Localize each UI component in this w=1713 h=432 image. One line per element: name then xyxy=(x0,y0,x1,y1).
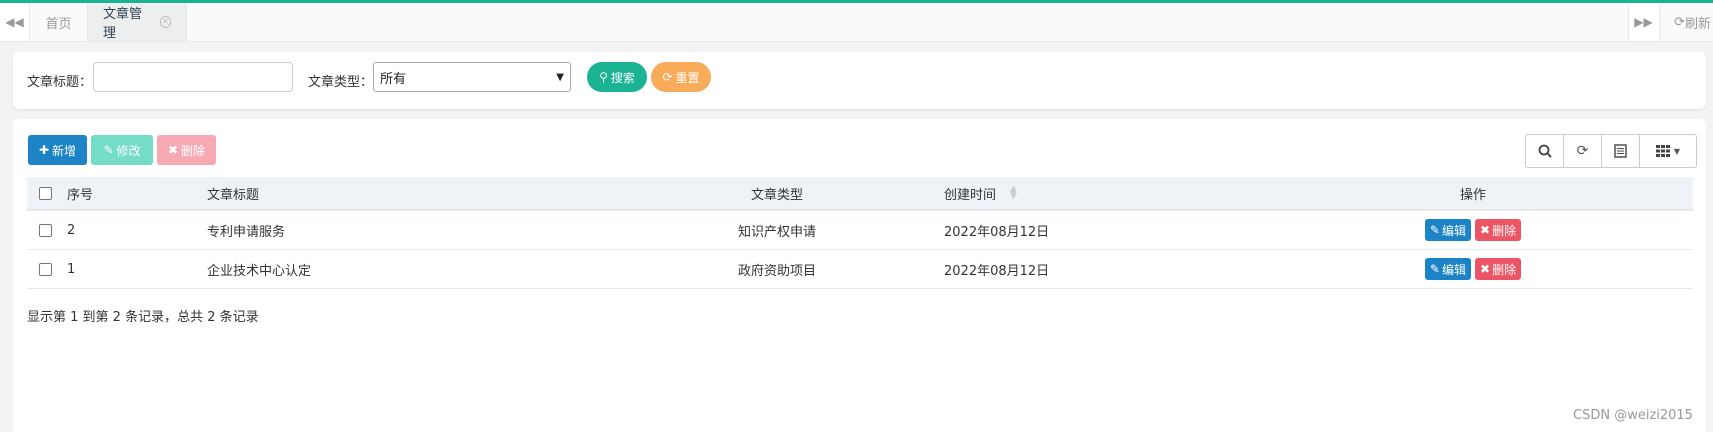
tab-article-management[interactable]: 文章管理 ✕ xyxy=(88,3,187,41)
table-header: 序号 文章标题 文章类型 创建时间 ▲ ▼ 操作 xyxy=(27,177,1693,211)
article-table: 序号 文章标题 文章类型 创建时间 ▲ ▼ 操作 2 专利申请服务 知识产权申请 … xyxy=(27,177,1693,289)
refresh-icon: ⟳ xyxy=(1674,14,1685,30)
row-type: 知识产权申请 xyxy=(737,224,816,240)
edit-icon: ✎ xyxy=(103,143,114,157)
row-ops: ✎ 编辑 ✖ 删除 xyxy=(1327,211,1619,249)
edit-icon: ✎ xyxy=(1429,223,1440,237)
refresh-icon: ⟳ xyxy=(1576,143,1589,159)
tab-home[interactable]: 首页 xyxy=(30,3,88,41)
table-row: 2 专利申请服务 知识产权申请 2022年08月12日 ✎ 编辑 ✖ 删除 xyxy=(27,211,1693,250)
row-title: 专利申请服务 xyxy=(207,224,286,240)
add-button[interactable]: ✚ 新增 xyxy=(28,135,87,165)
sort-icon: ▲ ▼ xyxy=(1010,184,1017,201)
type-select-value: 所有 xyxy=(380,71,407,87)
search-button[interactable]: ⚲ 搜索 xyxy=(587,62,647,92)
tab-home-label: 首页 xyxy=(45,16,72,32)
list-icon xyxy=(1614,144,1627,158)
tab-refresh-label: 刷新 xyxy=(1684,16,1711,32)
delete-button[interactable]: ✖ 删除 xyxy=(157,135,216,165)
row-check-cell xyxy=(39,211,52,249)
add-button-label: 新增 xyxy=(52,143,77,158)
watermark-text: CSDN @weizi2015 xyxy=(1573,408,1693,423)
table-search-button[interactable] xyxy=(1525,134,1564,168)
row-edit-button[interactable]: ✎ 编辑 xyxy=(1424,258,1471,280)
row-checkbox[interactable] xyxy=(39,262,52,276)
plus-icon: ✚ xyxy=(38,143,50,157)
select-all-cell xyxy=(39,177,52,209)
row-delete-button[interactable]: ✖ 删除 xyxy=(1475,258,1522,280)
tab-refresh-button[interactable]: ⟳ 刷新 xyxy=(1660,3,1713,41)
search-icon: ⚲ xyxy=(599,70,608,84)
row-delete-label: 删除 xyxy=(1492,223,1517,238)
row-checkbox[interactable] xyxy=(39,223,52,237)
select-all-checkbox[interactable] xyxy=(39,186,52,200)
grid-icon xyxy=(1655,145,1670,157)
header-ops: 操作 xyxy=(1459,187,1486,203)
row-delete-label: 删除 xyxy=(1492,262,1517,277)
row-title: 企业技术中心认定 xyxy=(207,263,312,279)
row-edit-label: 编辑 xyxy=(1441,223,1466,238)
tab-scroll-right-button[interactable]: ▶▶ xyxy=(1628,3,1658,41)
table-toggle-view-button[interactable] xyxy=(1601,134,1640,168)
double-chevron-left-icon: ◀◀ xyxy=(5,15,24,29)
type-select[interactable]: 所有 ▼ xyxy=(373,62,571,92)
delete-button-label: 删除 xyxy=(181,143,206,158)
type-field-label: 文章类型： xyxy=(308,75,374,90)
caret-down-icon: ▼ xyxy=(1673,146,1681,156)
close-icon: ✖ xyxy=(1480,223,1491,237)
main-panel: ✚ 新增 ✎ 修改 ✖ 删除 ⟳ ▼ 序号 文章标题 文章类型 创建时间 ▲ ▼… xyxy=(13,119,1706,432)
reset-button[interactable]: ⟳ 重置 xyxy=(651,62,711,92)
reset-button-label: 重置 xyxy=(675,70,700,85)
table-row: 1 企业技术中心认定 政府资助项目 2022年08月12日 ✎ 编辑 ✖ 删除 xyxy=(27,250,1693,289)
tab-active-label: 文章管理 xyxy=(103,7,143,41)
edit-icon: ✎ xyxy=(1429,262,1440,276)
header-time-label: 创建时间 xyxy=(944,187,997,203)
tab-bar: ◀◀ 首页 文章管理 ✕ ▶▶ ⟳ 刷新 xyxy=(0,3,1713,42)
header-time[interactable]: 创建时间 ▲ ▼ xyxy=(944,177,1017,209)
row-seq: 1 xyxy=(67,261,76,277)
close-icon: ✖ xyxy=(167,143,179,157)
row-seq: 2 xyxy=(67,222,76,238)
row-check-cell xyxy=(39,250,52,288)
table-refresh-button[interactable]: ⟳ xyxy=(1563,134,1602,168)
row-type: 政府资助项目 xyxy=(737,263,816,279)
title-search-input[interactable] xyxy=(93,62,293,92)
row-time: 2022年08月12日 xyxy=(944,263,1050,279)
row-edit-button[interactable]: ✎ 编辑 xyxy=(1424,219,1471,241)
chevron-down-icon: ▼ xyxy=(556,71,564,83)
row-time: 2022年08月12日 xyxy=(944,224,1050,240)
search-panel: 文章标题： 文章类型： 所有 ▼ ⚲ 搜索 ⟳ 重置 xyxy=(13,52,1706,109)
refresh-icon: ⟳ xyxy=(662,70,673,84)
search-icon xyxy=(1538,144,1552,158)
table-toolbar: ⟳ ▼ xyxy=(1525,134,1697,168)
title-field-label: 文章标题： xyxy=(27,75,93,90)
header-seq: 序号 xyxy=(67,187,94,203)
double-chevron-right-icon: ▶▶ xyxy=(1634,15,1653,29)
close-icon: ✖ xyxy=(1480,262,1491,276)
close-icon[interactable]: ✕ xyxy=(159,16,171,28)
row-ops: ✎ 编辑 ✖ 删除 xyxy=(1327,250,1619,288)
edit-button[interactable]: ✎ 修改 xyxy=(91,135,153,165)
pagination-info: 显示第 1 到第 2 条记录，总共 2 条记录 xyxy=(27,310,259,325)
table-columns-button[interactable]: ▼ xyxy=(1639,134,1697,168)
row-delete-button[interactable]: ✖ 删除 xyxy=(1475,219,1522,241)
edit-button-label: 修改 xyxy=(116,143,141,158)
header-title: 文章标题 xyxy=(207,187,260,203)
row-edit-label: 编辑 xyxy=(1441,262,1466,277)
search-button-label: 搜索 xyxy=(610,70,635,85)
tab-scroll-left-button[interactable]: ◀◀ xyxy=(0,3,30,41)
header-type: 文章类型 xyxy=(750,187,803,203)
